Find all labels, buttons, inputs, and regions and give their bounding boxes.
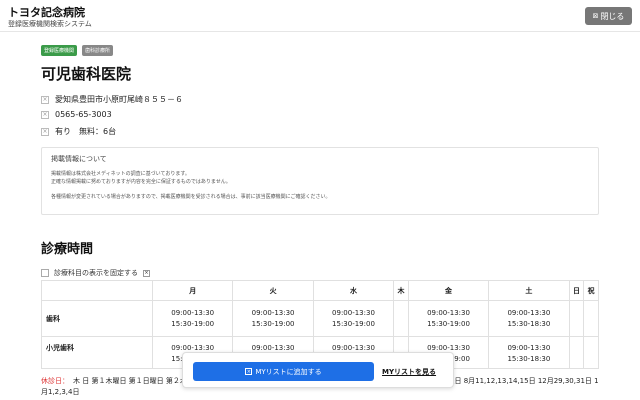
hours-cell: 09:00-13:3015:30-19:00 [151, 300, 234, 337]
hours-cell: 09:00-13:3015:30-19:00 [232, 300, 314, 337]
phone-icon: × [41, 110, 49, 119]
parking-icon: × [41, 127, 49, 136]
fix-header-label: 診療科目の表示を固定する [54, 269, 138, 277]
notice-line: 掲載情報は株式会社メディネットの調査に基づいております。 [51, 171, 190, 177]
notice-box: 掲載情報について 掲載情報は株式会社メディネットの調査に基づいております。 正確… [41, 147, 599, 215]
day-header: 土 [488, 280, 570, 301]
hours-cell [568, 300, 585, 337]
location-icon: × [41, 95, 49, 104]
day-header: 水 [312, 280, 395, 301]
close-button[interactable]: ⊠ 閉じる [585, 7, 632, 25]
hours-cell [583, 300, 599, 337]
hours-cell: 09:00-13:3015:30-19:00 [312, 300, 395, 337]
badge-dental-clinic: 歯科診療所 [82, 45, 114, 56]
day-header: 金 [407, 280, 490, 301]
fix-header-checkbox[interactable] [41, 269, 49, 277]
badges: 登録医療機関 歯科診療所 [41, 45, 114, 56]
parking-row: × 有り 無料：6台 [41, 126, 116, 137]
day-header: 月 [151, 280, 234, 301]
notice-line: 正確な情報掲載に努めておりますが内容を完全に保証するものではありません。 [51, 179, 231, 185]
parking: 有り 無料：6台 [55, 127, 117, 136]
phone-row: × 0565-65-3003 [41, 110, 112, 119]
fix-header-toggle[interactable]: 診療科目の表示を固定する × [41, 268, 150, 278]
hours-cell: 09:00-13:3015:30-19:00 [407, 300, 490, 337]
hours-cell: 09:00-13:30 15:30-18:30 [488, 336, 570, 369]
add-to-my-list-button[interactable]: × MYリストに追加する [193, 362, 374, 381]
department-name: 歯科 [41, 300, 153, 337]
add-icon: × [245, 368, 253, 375]
table-row: 歯科 09:00-13:30 15:30-19:00 09:00-13:30 15:… [41, 300, 599, 337]
close-button-label: 閉じる [600, 11, 625, 21]
notice-title: 掲載情報について [51, 155, 107, 163]
corner-cell [41, 280, 153, 301]
view-my-list-link[interactable]: MYリストを見る [382, 367, 436, 377]
hours-cell [568, 336, 585, 369]
department-name: 小児歯科 [41, 336, 153, 369]
day-header: 火 [232, 280, 314, 301]
day-header: 祝 [583, 280, 599, 301]
holiday-label: 休診日： [41, 377, 69, 385]
hours-cell: 09:00-13:30 15:30-18:30 [488, 300, 570, 337]
hours-cell [583, 336, 599, 369]
address: 愛知県豊田市小原町尾崎８５５－６ [55, 95, 183, 104]
address-row: × 愛知県豊田市小原町尾崎８５５－６ [41, 94, 183, 105]
pin-icon: × [143, 269, 150, 277]
schedule-title: 診療時間 [41, 242, 94, 257]
day-header: 日 [568, 280, 585, 301]
phone[interactable]: 0565-65-3003 [55, 110, 112, 119]
header: トヨタ記念病院 登録医療機関検索システム ⊠ 閉じる [0, 0, 640, 32]
hospital-name: トヨタ記念病院 [8, 6, 85, 19]
my-list-action-bar: × MYリストに追加する MYリストを見る [182, 352, 454, 388]
hours-cell [393, 300, 409, 337]
notice-line: 各種情報が変更されている場合がありますので、掲載医療機関を受診される場合は、事前… [51, 194, 331, 200]
clinic-name: 可児歯科医院 [41, 65, 132, 83]
close-icon: ⊠ [592, 12, 599, 20]
add-to-my-list-label: MYリストに追加する [255, 367, 322, 376]
day-header: 木 [393, 280, 409, 301]
badge-registered: 登録医療機関 [41, 45, 78, 56]
schedule-header-row: 月 火 水 木 金 土 日 祝 [41, 280, 599, 301]
system-name: 登録医療機関検索システム [8, 20, 92, 28]
